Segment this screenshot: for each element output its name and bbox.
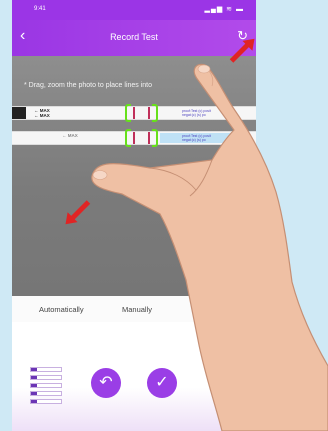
pinch-hand-icon (91, 63, 328, 431)
